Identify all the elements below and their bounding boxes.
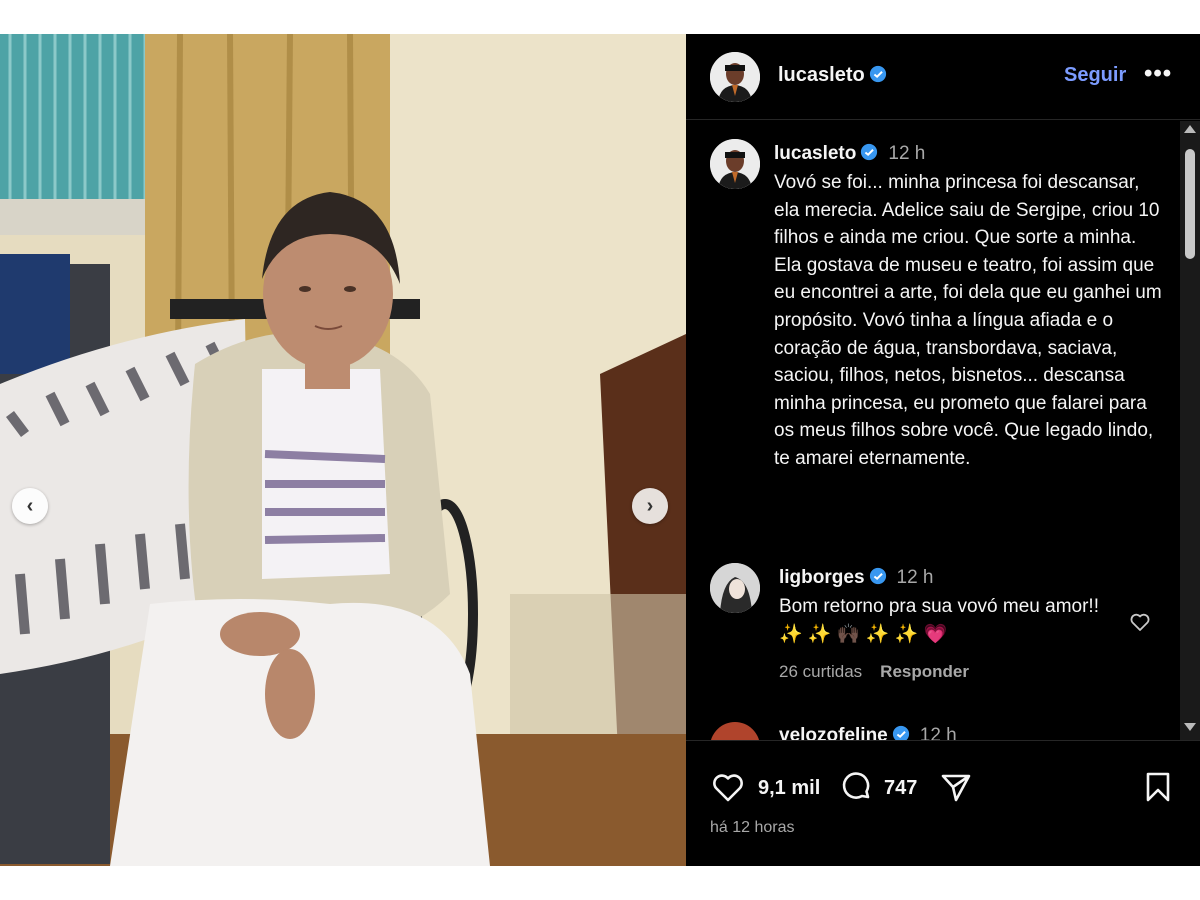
comment-header: velozofeline 12 h	[779, 725, 957, 740]
caption-author-avatar[interactable]	[710, 139, 760, 189]
caption-time: 12 h	[888, 143, 926, 164]
comments-scroll-area[interactable]: lucasleto 12 h Vovó se foi... minha princ…	[686, 121, 1200, 740]
comment-username[interactable]: velozofeline	[779, 725, 888, 740]
post-actions: 9,1 mil 747 há 12 horas	[686, 740, 1200, 866]
heart-icon[interactable]	[1128, 610, 1152, 634]
comment-meta: 26 curtidas Responder	[779, 662, 987, 682]
caption-username[interactable]: lucasleto	[774, 143, 856, 164]
chevron-left-icon: ‹	[26, 494, 34, 517]
carousel-next-button[interactable]: ›	[632, 488, 668, 524]
likes-count[interactable]: 9,1 mil	[758, 777, 820, 800]
instagram-post-view: ‹ › lucasleto Seguir ••• lucasleto 12 h …	[0, 0, 1200, 900]
more-icon[interactable]: •••	[1144, 60, 1172, 88]
avatar-image	[710, 139, 760, 189]
post-header: lucasleto Seguir •••	[686, 34, 1200, 120]
comment-text: Bom retorno pra sua vovó meu amor!!✨ ✨ 🙌…	[779, 596, 1099, 645]
post-side-panel: lucasleto Seguir ••• lucasleto 12 h Vovó …	[686, 34, 1200, 866]
commenter-avatar[interactable]	[710, 563, 760, 613]
comments-count[interactable]: 747	[884, 777, 917, 800]
comment-likes-count[interactable]: 26 curtidas	[779, 662, 862, 681]
username-text[interactable]: lucasleto	[778, 64, 865, 86]
verified-icon	[892, 725, 909, 740]
comment-icon[interactable]	[838, 769, 874, 805]
chevron-right-icon: ›	[646, 494, 654, 517]
commenter-avatar[interactable]	[710, 722, 760, 740]
avatar-image	[710, 563, 760, 613]
bookmark-icon[interactable]	[1140, 769, 1176, 805]
post-age: há 12 horas	[710, 819, 795, 836]
comment-header: ligborges 12 h	[779, 567, 934, 589]
author-avatar[interactable]	[710, 52, 760, 102]
post-caption: Vovó se foi... minha princesa foi descan…	[774, 172, 1162, 469]
photo-illustration	[0, 34, 686, 866]
scrollbar-thumb[interactable]	[1185, 149, 1195, 259]
caption-header: lucasleto 12 h	[774, 143, 925, 165]
scroll-down-arrow-icon[interactable]	[1184, 723, 1196, 731]
scrollbar[interactable]	[1180, 121, 1200, 740]
comment-time: 12 h	[919, 725, 957, 740]
author-username-header[interactable]: lucasleto	[778, 64, 887, 87]
comment-username[interactable]: ligborges	[779, 567, 865, 588]
follow-button[interactable]: Seguir	[1064, 64, 1126, 87]
carousel-prev-button[interactable]: ‹	[12, 488, 48, 524]
comment-time: 12 h	[896, 567, 934, 588]
reply-button[interactable]: Responder	[880, 662, 969, 681]
verified-icon	[869, 567, 886, 585]
heart-icon[interactable]	[710, 769, 746, 805]
avatar-image	[710, 52, 760, 102]
share-icon[interactable]	[938, 769, 974, 805]
verified-icon	[869, 65, 886, 83]
verified-icon	[861, 143, 878, 161]
post-photo: ‹ ›	[0, 34, 686, 866]
scroll-up-arrow-icon[interactable]	[1184, 125, 1196, 133]
